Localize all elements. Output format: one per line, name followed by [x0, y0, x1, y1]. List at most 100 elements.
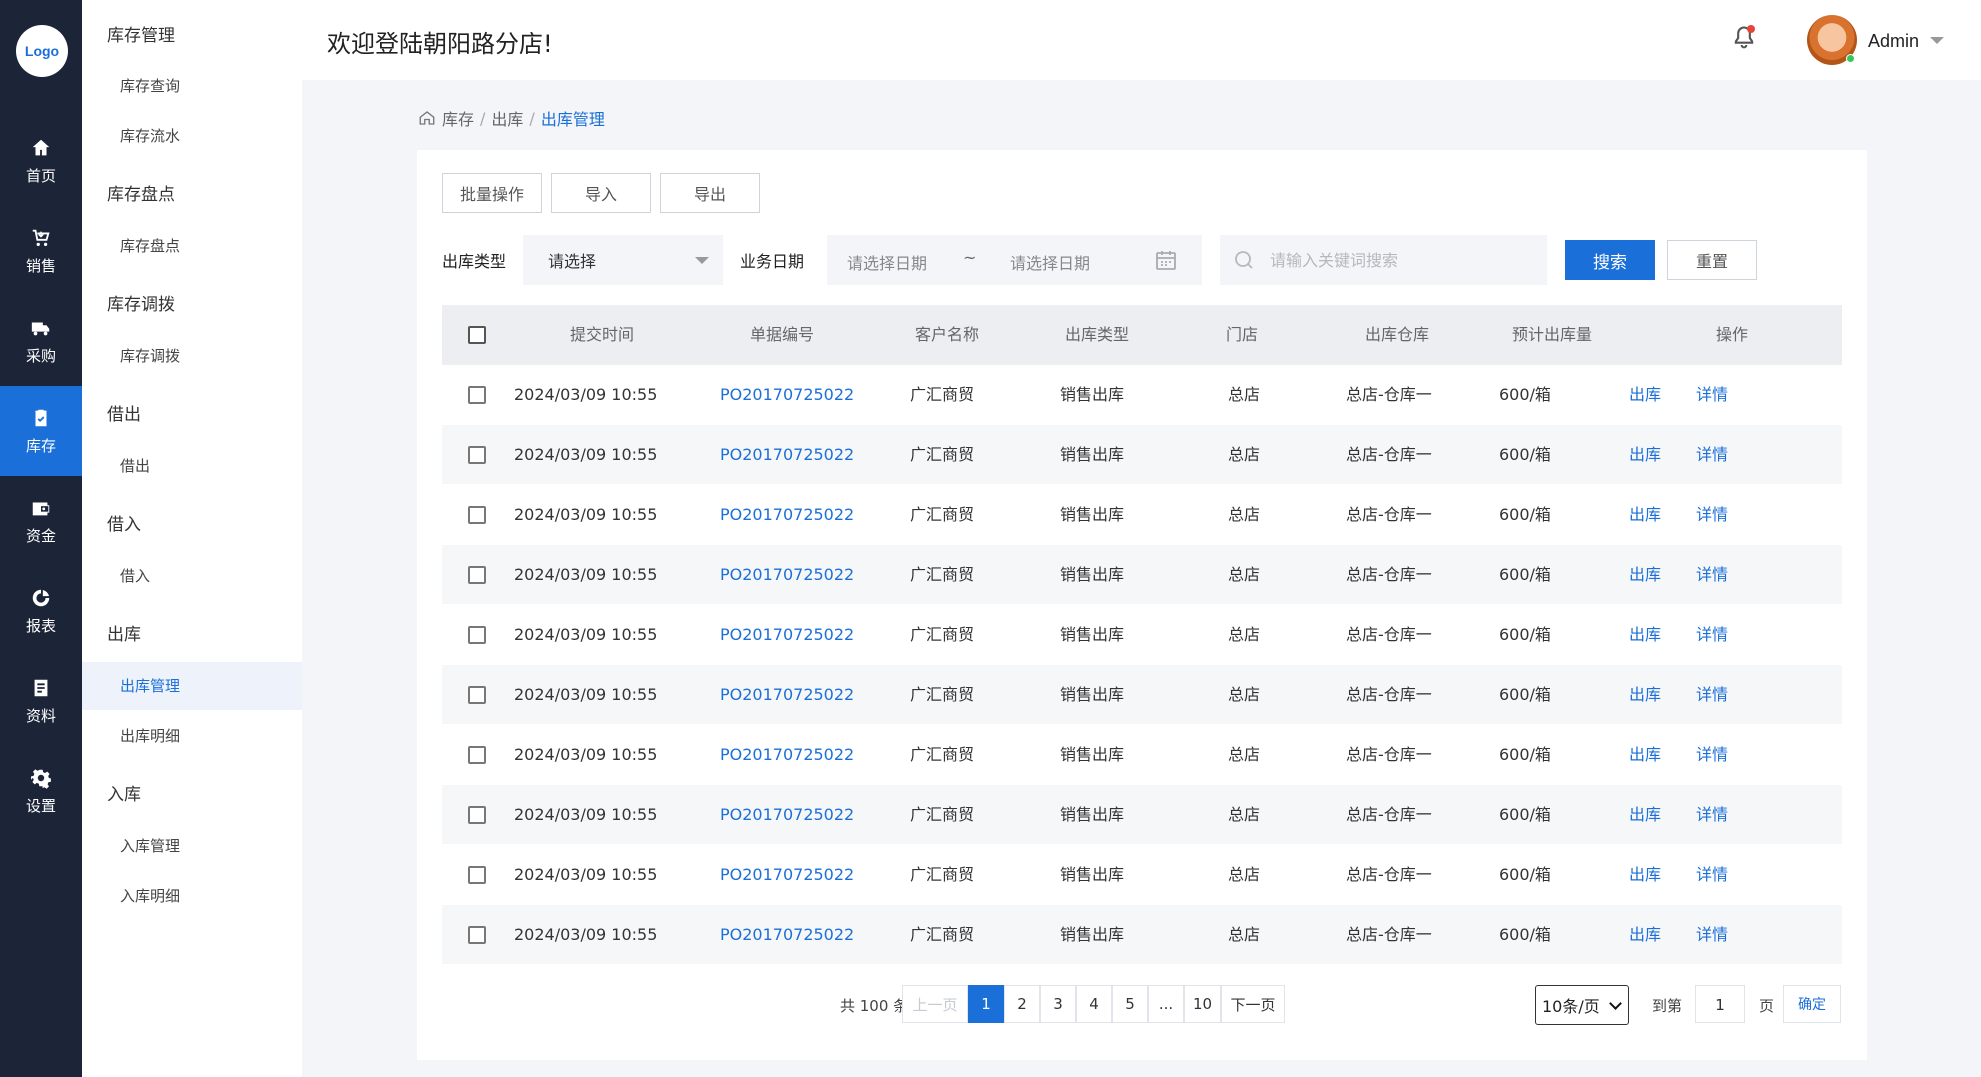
sidebar-group-title[interactable]: 出库 [107, 620, 141, 645]
page-button[interactable]: 1 [968, 985, 1004, 1023]
detail-action-link[interactable]: 详情 [1696, 845, 1728, 905]
detail-action-link[interactable]: 详情 [1696, 485, 1728, 545]
next-page-button[interactable]: 下一页 [1221, 985, 1285, 1023]
breadcrumb-item[interactable]: 出库 [491, 106, 523, 130]
page-button[interactable]: 3 [1040, 985, 1076, 1023]
detail-action-link[interactable]: 详情 [1696, 905, 1728, 965]
sidebar-item[interactable]: 库存流水 [82, 112, 302, 160]
sidebar-group-title[interactable]: 借入 [107, 510, 141, 535]
user-name[interactable]: Admin [1868, 31, 1919, 52]
nav-item-label: 首页 [25, 166, 56, 185]
search-box[interactable] [1220, 235, 1547, 285]
sidebar-item[interactable]: 库存盘点 [82, 222, 302, 270]
reset-button[interactable]: 重置 [1667, 240, 1757, 280]
detail-action-link[interactable]: 详情 [1696, 545, 1728, 605]
outbound-action-link[interactable]: 出库 [1629, 725, 1661, 785]
table-row: 2024/03/09 10:55 PO20170725022 广汇商贸 销售出库 总店 总… [442, 485, 1842, 545]
nav-item-clipboard-check[interactable]: 库存 [0, 386, 82, 476]
order-number-link[interactable]: PO20170725022 [720, 905, 854, 965]
row-checkbox[interactable] [468, 806, 486, 824]
order-number-link[interactable]: PO20170725022 [720, 785, 854, 845]
search-button[interactable]: 搜索 [1565, 240, 1655, 280]
outbound-action-link[interactable]: 出库 [1629, 905, 1661, 965]
end-date[interactable]: 请选择日期 [1010, 250, 1090, 274]
nav-item-chart-ring[interactable]: 报表 [0, 566, 82, 656]
order-number-link[interactable]: PO20170725022 [720, 845, 854, 905]
order-number-link[interactable]: PO20170725022 [720, 425, 854, 485]
search-input[interactable] [1270, 247, 1530, 273]
chevron-down-icon[interactable] [1930, 37, 1944, 44]
sidebar-group-title[interactable]: 入库 [107, 780, 141, 805]
row-checkbox[interactable] [468, 926, 486, 944]
outbound-action-link[interactable]: 出库 [1629, 365, 1661, 425]
sidebar-item[interactable]: 出库管理 [82, 662, 302, 710]
nav-item-truck[interactable]: 采购 [0, 296, 82, 386]
sidebar-group-title[interactable]: 库存盘点 [107, 180, 175, 205]
home-icon[interactable] [418, 109, 436, 127]
import-button[interactable]: 导入 [551, 173, 651, 213]
export-button[interactable]: 导出 [660, 173, 760, 213]
start-date[interactable]: 请选择日期 [847, 250, 927, 274]
sidebar-group-title[interactable]: 借出 [107, 400, 141, 425]
prev-page-button[interactable]: 上一页 [902, 985, 968, 1023]
sidebar-item[interactable]: 入库明细 [82, 872, 302, 920]
logo[interactable]: Logo [16, 25, 68, 77]
page-button[interactable]: 2 [1004, 985, 1040, 1023]
row-checkbox[interactable] [468, 746, 486, 764]
row-checkbox[interactable] [468, 386, 486, 404]
row-checkbox[interactable] [468, 506, 486, 524]
row-checkbox[interactable] [468, 566, 486, 584]
outbound-action-link[interactable]: 出库 [1629, 785, 1661, 845]
page-button[interactable]: 4 [1076, 985, 1112, 1023]
nav-item-home[interactable]: 首页 [0, 116, 82, 206]
outbound-action-link[interactable]: 出库 [1629, 665, 1661, 725]
detail-action-link[interactable]: 详情 [1696, 425, 1728, 485]
row-checkbox[interactable] [468, 686, 486, 704]
outbound-action-link[interactable]: 出库 [1629, 845, 1661, 905]
goto-confirm-button[interactable]: 确定 [1783, 985, 1841, 1023]
goto-page-input[interactable]: 1 [1695, 985, 1745, 1023]
row-checkbox[interactable] [468, 626, 486, 644]
outbound-action-link[interactable]: 出库 [1629, 545, 1661, 605]
sidebar-group-title[interactable]: 库存调拨 [107, 290, 175, 315]
outbound-action-link[interactable]: 出库 [1629, 485, 1661, 545]
nav-item-cart[interactable]: 销售 [0, 206, 82, 296]
page-button[interactable]: 10 [1184, 985, 1221, 1023]
detail-action-link[interactable]: 详情 [1696, 785, 1728, 845]
detail-action-link[interactable]: 详情 [1696, 665, 1728, 725]
detail-action-link[interactable]: 详情 [1696, 365, 1728, 425]
sidebar-item[interactable]: 借出 [82, 442, 302, 490]
order-number-link[interactable]: PO20170725022 [720, 545, 854, 605]
notification-button[interactable] [1730, 24, 1758, 52]
nav-item-document[interactable]: 资料 [0, 656, 82, 746]
order-number-link[interactable]: PO20170725022 [720, 485, 854, 545]
outbound-type-select[interactable]: 请选择 [523, 235, 723, 285]
sidebar-item[interactable]: 库存查询 [82, 62, 302, 110]
order-number-link[interactable]: PO20170725022 [720, 665, 854, 725]
sidebar-item[interactable]: 借入 [82, 552, 302, 600]
breadcrumb-item[interactable]: 库存 [442, 106, 474, 130]
order-number-link[interactable]: PO20170725022 [720, 365, 854, 425]
detail-action-link[interactable]: 详情 [1696, 725, 1728, 785]
nav-item-gear[interactable]: 设置 [0, 746, 82, 836]
nav-item-wallet[interactable]: 资金 [0, 476, 82, 566]
avatar[interactable] [1807, 15, 1857, 65]
outbound-action-link[interactable]: 出库 [1629, 605, 1661, 665]
outbound-type: 销售出库 [1060, 625, 1125, 644]
order-number-link[interactable]: PO20170725022 [720, 725, 854, 785]
select-all-checkbox[interactable] [468, 326, 486, 344]
page-button[interactable]: 5 [1112, 985, 1148, 1023]
sidebar-item[interactable]: 出库明细 [82, 712, 302, 760]
sidebar-item[interactable]: 入库管理 [82, 822, 302, 870]
row-checkbox[interactable] [468, 446, 486, 464]
page-size-select[interactable]: 10条/页 [1535, 985, 1629, 1025]
detail-action-link[interactable]: 详情 [1696, 605, 1728, 665]
row-checkbox[interactable] [468, 866, 486, 884]
batch-operation-button[interactable]: 批量操作 [442, 173, 542, 213]
page-button[interactable]: ... [1148, 985, 1184, 1023]
outbound-action-link[interactable]: 出库 [1629, 425, 1661, 485]
date-range-picker[interactable]: 请选择日期 ~ 请选择日期 [827, 235, 1202, 285]
order-number-link[interactable]: PO20170725022 [720, 605, 854, 665]
sidebar-group-title[interactable]: 库存管理 [107, 21, 175, 46]
sidebar-item[interactable]: 库存调拨 [82, 332, 302, 380]
